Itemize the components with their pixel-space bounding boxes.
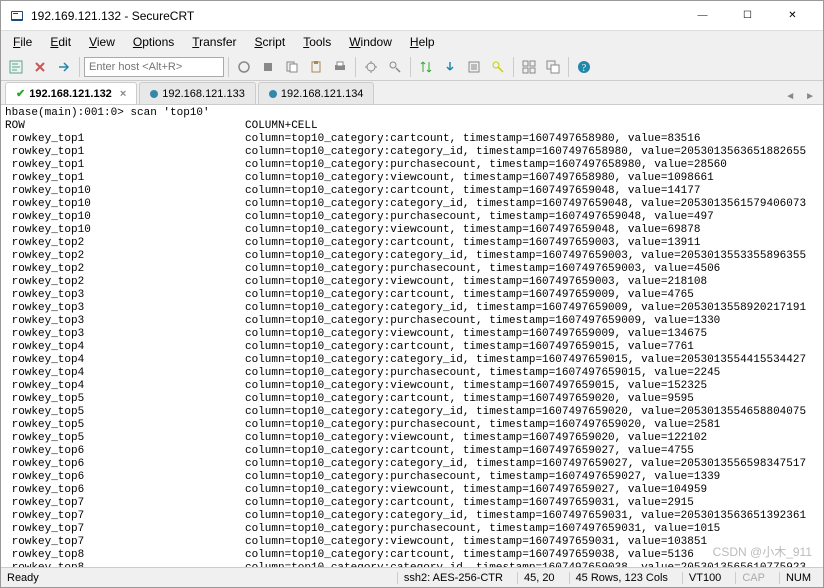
terminal-line: rowkey_top10column=top10_category:cartco… <box>5 185 819 198</box>
host-input[interactable] <box>84 57 224 77</box>
toolbar-separator <box>355 57 356 77</box>
toolbar-separator <box>228 57 229 77</box>
terminal-line: rowkey_top5column=top10_category:cartcou… <box>5 393 819 406</box>
terminal-line: rowkey_top1column=top10_category:cartcou… <box>5 133 819 146</box>
terminal-line: rowkey_top6column=top10_category:categor… <box>5 458 819 471</box>
session-tab[interactable]: 192.168.121.134 <box>258 82 375 104</box>
menu-help[interactable]: Help <box>402 33 443 51</box>
toolbar-separator <box>410 57 411 77</box>
terminal-line: rowkey_top4column=top10_category:purchas… <box>5 367 819 380</box>
status-size: 45 Rows, 123 Cols <box>569 572 674 584</box>
tab-next-icon[interactable]: ► <box>801 89 819 104</box>
terminal-line: rowkey_top6column=top10_category:purchas… <box>5 471 819 484</box>
find-icon[interactable] <box>384 56 406 78</box>
tile-icon[interactable] <box>518 56 540 78</box>
terminal-line: rowkey_top7column=top10_category:viewcou… <box>5 536 819 549</box>
options2-icon[interactable] <box>463 56 485 78</box>
session-tab[interactable]: 192.168.121.133 <box>139 82 256 104</box>
terminal-line: rowkey_top5column=top10_category:categor… <box>5 406 819 419</box>
toolbar-separator <box>568 57 569 77</box>
terminal[interactable]: hbase(main):001:0> scan 'top10'ROWCOLUMN… <box>1 105 823 567</box>
maximize-button[interactable]: ☐ <box>725 2 770 30</box>
terminal-line: rowkey_top10column=top10_category:purcha… <box>5 211 819 224</box>
terminal-line: rowkey_top2column=top10_category:cartcou… <box>5 237 819 250</box>
menu-view[interactable]: View <box>81 33 123 51</box>
terminal-line: ROWCOLUMN+CELL <box>5 120 819 133</box>
toolbar-separator <box>79 57 80 77</box>
terminal-line: rowkey_top4column=top10_category:cartcou… <box>5 341 819 354</box>
status-position: 45, 20 <box>517 572 561 584</box>
terminal-line: rowkey_top4column=top10_category:categor… <box>5 354 819 367</box>
key-icon[interactable] <box>487 56 509 78</box>
reconnect-icon[interactable] <box>233 56 255 78</box>
status-cipher: ssh2: AES-256-CTR <box>397 572 509 584</box>
toolbar: ? <box>1 53 823 81</box>
toolbar-separator <box>513 57 514 77</box>
minimize-button[interactable]: — <box>680 2 725 30</box>
terminal-line: rowkey_top7column=top10_category:cartcou… <box>5 497 819 510</box>
menubar: FileEditViewOptionsTransferScriptToolsWi… <box>1 31 823 53</box>
menu-script[interactable]: Script <box>247 33 294 51</box>
terminal-line: rowkey_top1column=top10_category:purchas… <box>5 159 819 172</box>
terminal-line: rowkey_top5column=top10_category:viewcou… <box>5 432 819 445</box>
tab-label: 192.168.121.133 <box>162 88 245 100</box>
status-term: VT100 <box>682 572 727 584</box>
terminal-line: rowkey_top2column=top10_category:categor… <box>5 250 819 263</box>
tabbar: ✔ 192.168.121.132 × 192.168.121.133 192.… <box>1 81 823 105</box>
menu-transfer[interactable]: Transfer <box>184 33 244 51</box>
print-icon[interactable] <box>329 56 351 78</box>
sessions-icon[interactable] <box>5 56 27 78</box>
terminal-line: rowkey_top10column=top10_category:viewco… <box>5 224 819 237</box>
terminal-line: rowkey_top3column=top10_category:categor… <box>5 302 819 315</box>
options-icon[interactable] <box>360 56 382 78</box>
menu-edit[interactable]: Edit <box>42 33 79 51</box>
terminal-line: rowkey_top7column=top10_category:purchas… <box>5 523 819 536</box>
titlebar: 192.169.121.132 - SecureCRT — ☐ ✕ <box>1 1 823 31</box>
terminal-line: rowkey_top3column=top10_category:viewcou… <box>5 328 819 341</box>
terminal-line: rowkey_top6column=top10_category:cartcou… <box>5 445 819 458</box>
disconnect-icon[interactable] <box>257 56 279 78</box>
cascade-icon[interactable] <box>542 56 564 78</box>
svg-text:?: ? <box>582 63 587 74</box>
terminal-line: rowkey_top2column=top10_category:purchas… <box>5 263 819 276</box>
quick-connect-icon[interactable] <box>29 56 51 78</box>
app-icon <box>9 8 25 24</box>
session-tab[interactable]: ✔ 192.168.121.132 × <box>5 82 137 104</box>
close-button[interactable]: ✕ <box>770 2 815 30</box>
tab-close-icon[interactable]: × <box>120 88 126 100</box>
tab-label: 192.168.121.134 <box>281 88 364 100</box>
terminal-line: rowkey_top8column=top10_category:cartcou… <box>5 549 819 562</box>
terminal-line: rowkey_top3column=top10_category:cartcou… <box>5 289 819 302</box>
tab-prev-icon[interactable]: ◄ <box>781 89 799 104</box>
terminal-line: hbase(main):001:0> scan 'top10' <box>5 107 819 120</box>
status-ready: Ready <box>7 572 39 584</box>
terminal-line: rowkey_top5column=top10_category:purchas… <box>5 419 819 432</box>
copy-icon[interactable] <box>281 56 303 78</box>
menu-file[interactable]: File <box>5 33 40 51</box>
terminal-line: rowkey_top2column=top10_category:viewcou… <box>5 276 819 289</box>
terminal-line: rowkey_top6column=top10_category:viewcou… <box>5 484 819 497</box>
xfer-down-icon[interactable] <box>439 56 461 78</box>
terminal-line: rowkey_top7column=top10_category:categor… <box>5 510 819 523</box>
help-icon[interactable]: ? <box>573 56 595 78</box>
tab-label: 192.168.121.132 <box>29 88 112 100</box>
window-title: 192.169.121.132 - SecureCRT <box>31 9 680 23</box>
status-num: NUM <box>779 572 817 584</box>
menu-tools[interactable]: Tools <box>295 33 339 51</box>
terminal-line: rowkey_top1column=top10_category:categor… <box>5 146 819 159</box>
terminal-line: rowkey_top4column=top10_category:viewcou… <box>5 380 819 393</box>
paste-icon[interactable] <box>305 56 327 78</box>
terminal-line: rowkey_top3column=top10_category:purchas… <box>5 315 819 328</box>
terminal-line: rowkey_top10column=top10_category:catego… <box>5 198 819 211</box>
status-caps: CAP <box>735 572 771 584</box>
statusbar: Ready ssh2: AES-256-CTR 45, 20 45 Rows, … <box>1 567 823 587</box>
menu-window[interactable]: Window <box>341 33 400 51</box>
connect-arrow-icon[interactable] <box>53 56 75 78</box>
menu-options[interactable]: Options <box>125 33 182 51</box>
transfer-icon[interactable] <box>415 56 437 78</box>
terminal-line: rowkey_top1column=top10_category:viewcou… <box>5 172 819 185</box>
